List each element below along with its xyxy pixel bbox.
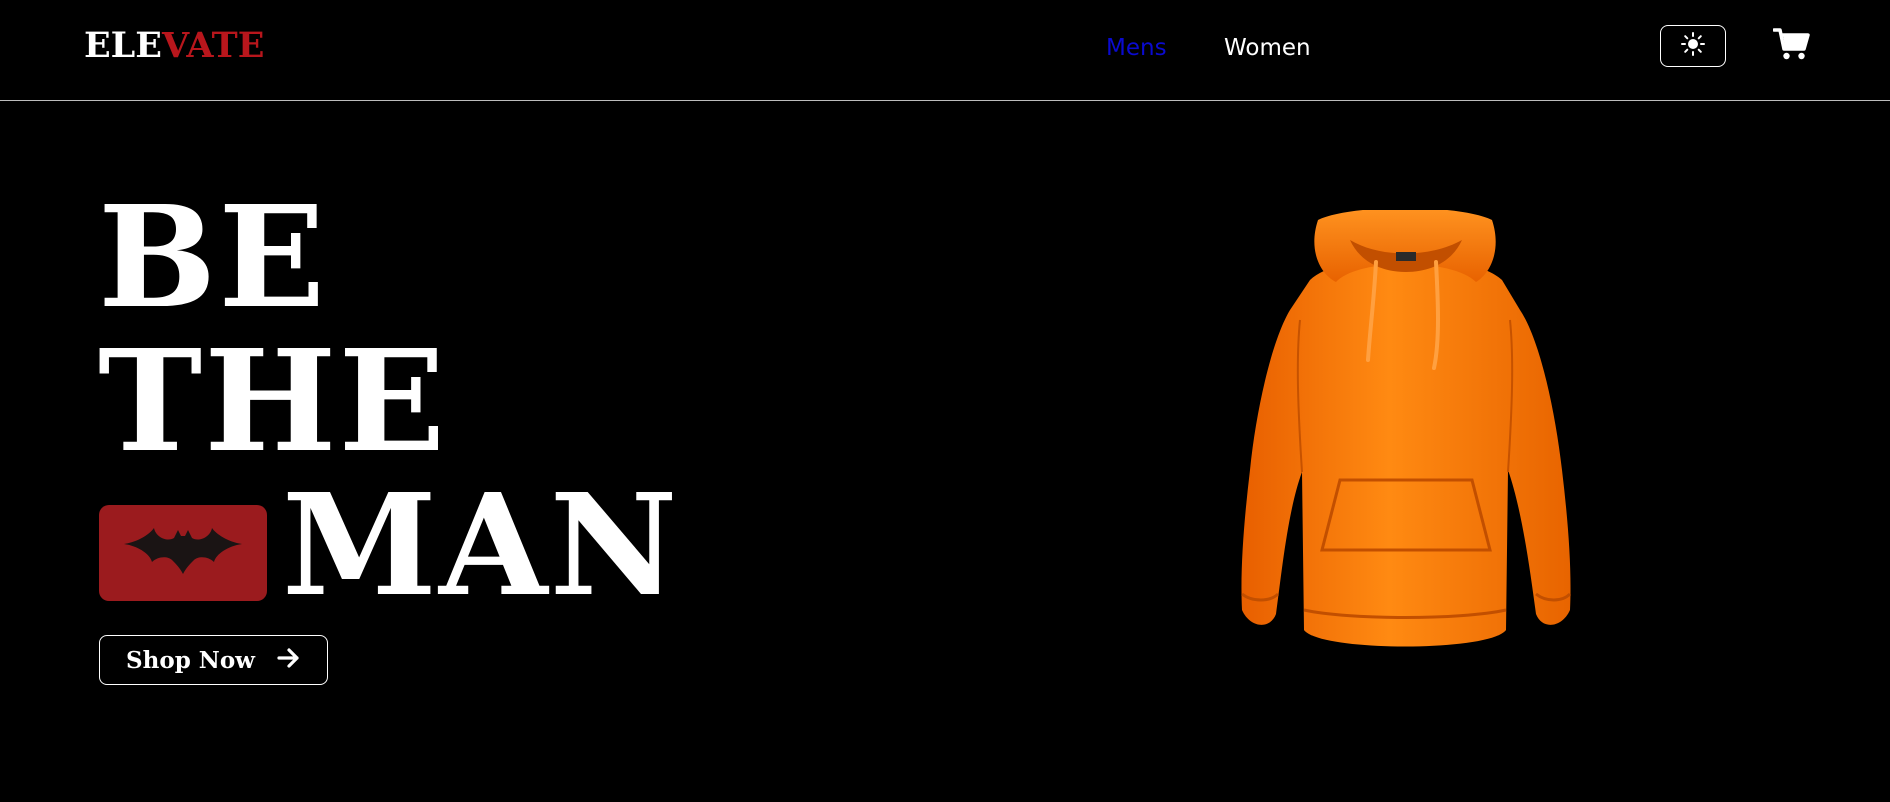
logo-part-2: VATE (161, 25, 265, 66)
nav-link-mens[interactable]: Mens (1106, 32, 1167, 64)
brand-logo[interactable]: ELEVATE (84, 22, 264, 70)
theme-toggle-button[interactable] (1660, 25, 1726, 67)
sun-icon (1680, 31, 1706, 62)
hero-line-the: THE (98, 320, 448, 484)
hero-line-be: BE (98, 176, 328, 340)
shop-now-button[interactable]: Shop Now (99, 635, 328, 685)
arrow-right-icon (277, 647, 301, 674)
product-image-hoodie (1190, 208, 1620, 660)
navbar: ELEVATE Mens Women (0, 0, 1890, 101)
cart-icon (1772, 27, 1811, 66)
hero-line-man: MAN (282, 464, 680, 628)
cart-button[interactable] (1772, 26, 1812, 66)
logo-part-1: ELE (84, 25, 162, 66)
bat-logo-icon (124, 527, 242, 579)
bat-badge (99, 505, 267, 601)
nav-link-women[interactable]: Women (1224, 32, 1311, 64)
shop-now-label: Shop Now (126, 646, 255, 674)
